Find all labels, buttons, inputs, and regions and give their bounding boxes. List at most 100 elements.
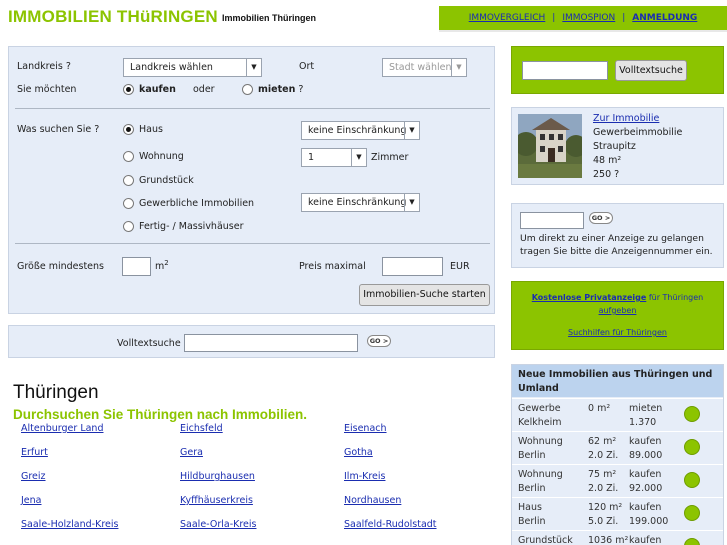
groesse-unit: m2 — [155, 259, 169, 272]
listing-mode: kaufen — [629, 535, 662, 545]
listing-city: Berlin — [518, 516, 546, 527]
private-ad-submit-link[interactable]: aufgeben — [599, 306, 637, 315]
zimmer-select[interactable]: 1 ▼ — [301, 148, 367, 167]
search-help-link[interactable]: Suchhilfen für Thüringen — [512, 328, 723, 337]
type-fertighaus-radio[interactable] — [123, 221, 134, 232]
region-link[interactable]: Kyffhäuserkreis — [180, 495, 253, 506]
region-link[interactable]: Hildburghausen — [180, 471, 255, 482]
listing-city: Berlin — [518, 450, 546, 461]
landkreis-select[interactable]: Landkreis wählen ▼ — [123, 58, 262, 77]
haus-restriction-select[interactable]: keine Einschränkung ▼ — [301, 121, 420, 140]
search-submit-button[interactable]: Immobilien-Suche starten — [359, 284, 490, 306]
region-link[interactable]: Altenburger Land — [21, 423, 104, 434]
type-wohnung-radio[interactable] — [123, 151, 134, 162]
region-link[interactable]: Saalfeld-Rudolstadt — [344, 519, 437, 530]
divider — [15, 108, 490, 109]
region-link[interactable]: Nordhausen — [344, 495, 401, 506]
nav-separator: | — [552, 13, 556, 23]
mieten-radio[interactable] — [242, 84, 253, 95]
was-suchen-label: Was suchen Sie ? — [17, 124, 100, 135]
kaufen-radio[interactable] — [123, 84, 134, 95]
private-ad-link[interactable]: Kostenlose Privatanzeige — [532, 293, 647, 302]
private-ad-suffix: für Thüringen — [646, 293, 704, 302]
listing-number-go-button[interactable]: GO > — [589, 212, 613, 224]
region-link[interactable]: Saale-Holzland-Kreis — [21, 519, 118, 530]
gewerbe-restriction-select[interactable]: keine Einschränkung ▼ — [301, 193, 420, 212]
site-logo[interactable]: IMMOBILIEN THüRINGEN — [8, 7, 218, 27]
type-haus-radio[interactable] — [123, 124, 134, 135]
volltext-search: Volltextsuche GO > — [8, 325, 495, 358]
region-link[interactable]: Saale-Orla-Kreis — [180, 519, 256, 530]
region-link[interactable]: Eichsfeld — [180, 423, 223, 434]
region-link[interactable]: Gotha — [344, 447, 373, 458]
volltext-input[interactable] — [184, 334, 358, 352]
gewerbe-restriction-value: keine Einschränkung — [308, 197, 407, 208]
listing-row[interactable]: Gewerbe Kelkheim 0 m² mieten 1.370 — [512, 398, 723, 430]
listing-number-box: GO > Um direkt zu einer Anzeige zu gelan… — [511, 203, 724, 268]
site-subtitle: Immobilien Thüringen — [222, 13, 316, 23]
listing-status-icon — [684, 472, 700, 488]
featured-size: 48 m² — [593, 155, 622, 166]
listing-type: Haus — [518, 502, 542, 513]
ort-select[interactable]: Stadt wählen ▼ — [382, 58, 467, 77]
nav-immospion[interactable]: IMMOSPION — [562, 13, 615, 23]
new-listings: Neue Immobilien aus Thüringen und Umland… — [511, 364, 724, 545]
private-ad-text: Kostenlose Privatanzeige für Thüringen a… — [512, 291, 723, 317]
listing-mode: mieten — [629, 403, 663, 414]
region-link[interactable]: Greiz — [21, 471, 46, 482]
listing-type: Grundstück — [518, 535, 573, 545]
nav-anmeldung[interactable]: ANMELDUNG — [632, 13, 697, 23]
type-gewerbe-radio[interactable] — [123, 198, 134, 209]
groesse-input[interactable] — [122, 257, 151, 276]
listing-number-hint: Um direkt zu einer Anzeige zu gelangen t… — [520, 233, 713, 257]
featured-property: Zur Immobilie Gewerbeimmobilie Straupitz… — [511, 107, 724, 185]
listing-rooms: 2.0 Zi. — [588, 450, 619, 461]
type-grundstueck-label: Grundstück — [139, 175, 194, 186]
listing-row[interactable]: Wohnung Berlin 75 m² 2.0 Zi. kaufen 92.0… — [512, 464, 723, 496]
divider — [15, 243, 490, 244]
sidebar-volltext-input[interactable] — [522, 61, 608, 80]
sidebar-volltext-button[interactable]: Volltextsuche — [615, 60, 687, 81]
type-grundstueck-radio[interactable] — [123, 175, 134, 186]
mieten-label: mieten — [258, 84, 296, 95]
region-link[interactable]: Gera — [180, 447, 203, 458]
region-link[interactable]: Jena — [21, 495, 42, 506]
chevron-down-icon: ▼ — [246, 59, 261, 76]
landkreis-label: Landkreis ? — [17, 61, 71, 72]
nav-separator: | — [622, 13, 626, 23]
region-link[interactable]: Eisenach — [344, 423, 387, 434]
groesse-unit-sup: 2 — [164, 259, 169, 267]
volltext-go-button[interactable]: GO > — [367, 335, 391, 347]
moechten-label: Sie möchten — [17, 84, 77, 95]
page-subtitle: Durchsuchen Sie Thüringen nach Immobilie… — [13, 407, 308, 422]
listing-city: Berlin — [518, 483, 546, 494]
featured-type: Gewerbeimmobilie — [593, 127, 683, 138]
listing-price: 1.370 — [629, 417, 657, 428]
region-link[interactable]: Erfurt — [21, 447, 48, 458]
listing-mode: kaufen — [629, 502, 662, 513]
listing-type: Wohnung — [518, 436, 563, 447]
listing-mode: kaufen — [629, 436, 662, 447]
region-link[interactable]: Ilm-Kreis — [344, 471, 385, 482]
property-photo[interactable] — [518, 114, 582, 178]
listing-size: 1036 m² — [588, 535, 629, 545]
ort-label: Ort — [299, 61, 315, 72]
chevron-down-icon: ▼ — [404, 194, 419, 211]
listing-type: Gewerbe — [518, 403, 561, 414]
listing-row[interactable]: Grundstück 1036 m² kaufen — [512, 530, 723, 545]
sidebar-volltext: Volltextsuche — [511, 46, 724, 94]
featured-link[interactable]: Zur Immobilie — [593, 113, 659, 124]
mieten-question: ? — [298, 84, 304, 95]
listing-row[interactable]: Wohnung Berlin 62 m² 2.0 Zi. kaufen 89.0… — [512, 431, 723, 463]
listing-city: Kelkheim — [518, 417, 562, 428]
listing-row[interactable]: Haus Berlin 120 m² 5.0 Zi. kaufen 199.00… — [512, 497, 723, 529]
nav-immovergleich[interactable]: IMMOVERGLEICH — [469, 13, 546, 23]
listing-number-input[interactable] — [520, 212, 584, 229]
preis-input[interactable] — [382, 257, 443, 276]
groesse-unit-m: m — [155, 261, 165, 273]
zimmer-label: Zimmer — [371, 152, 409, 163]
listing-price: 199.000 — [629, 516, 669, 527]
featured-place: Straupitz — [593, 141, 636, 152]
listing-mode: kaufen — [629, 469, 662, 480]
ort-select-value: Stadt wählen — [389, 62, 452, 73]
